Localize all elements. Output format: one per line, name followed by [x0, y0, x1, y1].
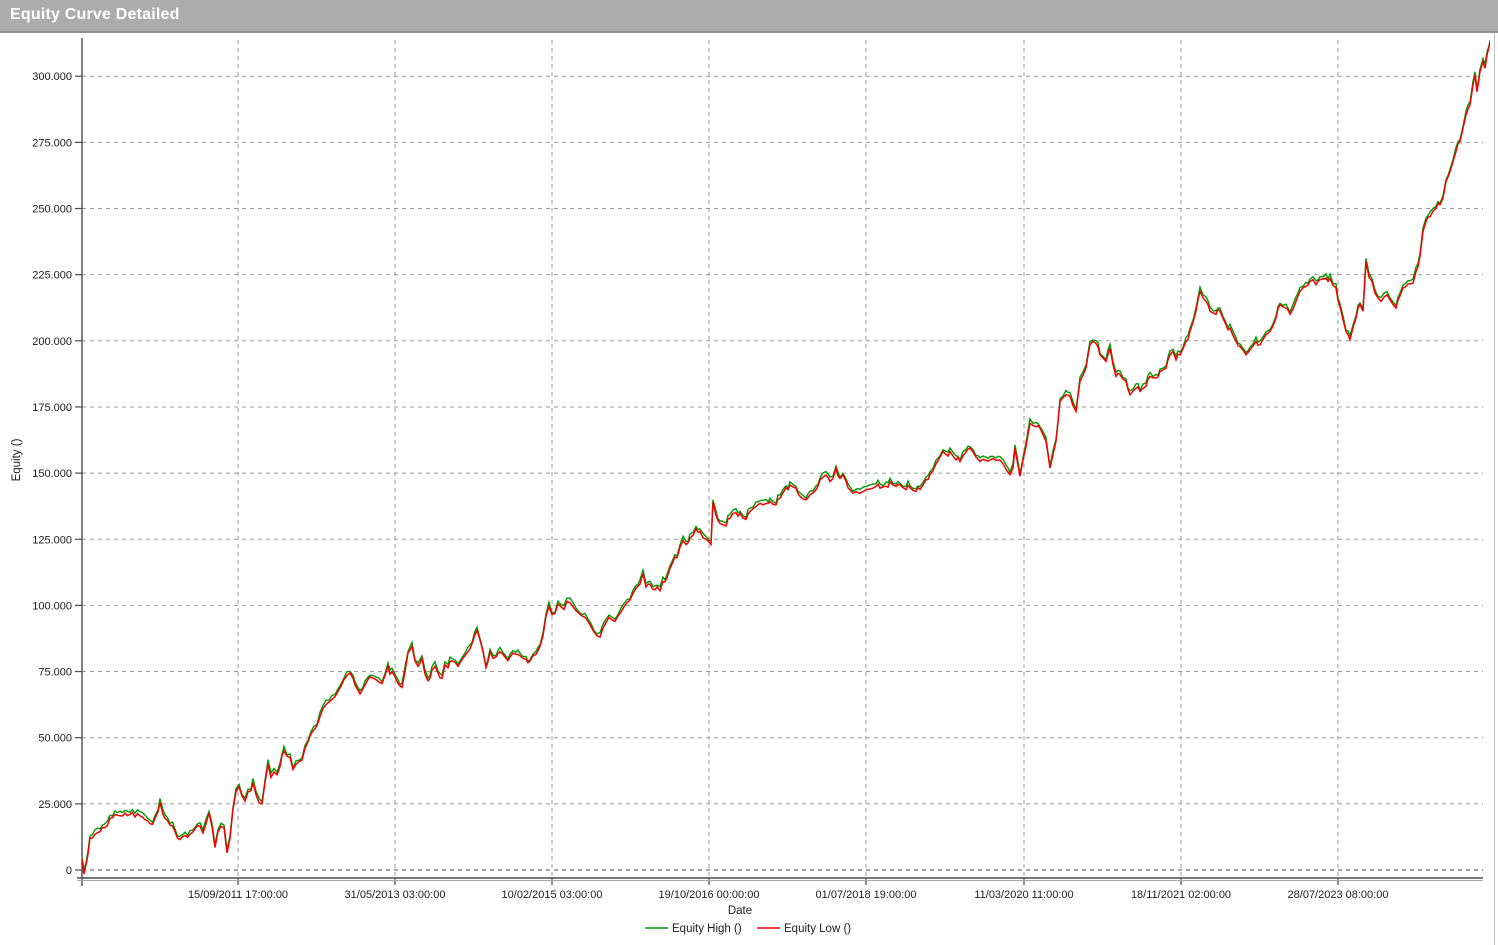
x-tick-label: 28/07/2023 08:00:00 [1288, 889, 1389, 901]
x-axis-title: Date [728, 905, 752, 917]
equity-high-line [82, 40, 1490, 869]
y-tick-label: 275.000 [32, 137, 72, 149]
y-tick-label: 175.000 [32, 402, 72, 414]
y-tick-label: 225.000 [32, 270, 72, 282]
equity-low-line [82, 42, 1490, 874]
window-titlebar[interactable]: Equity Curve Detailed [0, 0, 1498, 33]
equity-chart[interactable]: 0 25.000 50.000 75.000 100.000 125.000 150.000… [0, 36, 1498, 945]
y-tick-label: 0 [66, 865, 72, 877]
y-tick-label: 200.000 [32, 336, 72, 348]
window-right-border [1494, 33, 1495, 945]
x-tick-label: 10/02/2015 03:00:00 [502, 889, 603, 901]
equity-curve-window: Equity Curve Detailed 0 25.000 50.000 75.00… [0, 0, 1498, 945]
chart-container: 0 25.000 50.000 75.000 100.000 125.000 150.000… [0, 36, 1498, 945]
y-tick-label: 25.000 [38, 799, 72, 811]
y-tick-label: 100.000 [32, 600, 72, 612]
y-tick-label: 50.000 [38, 733, 72, 745]
y-tick-label: 300.000 [32, 71, 72, 83]
y-axis-title: Equity () [11, 438, 23, 481]
x-tick-label: 19/10/2016 00:00:00 [659, 889, 760, 901]
y-tick-label: 125.000 [32, 534, 72, 546]
window-title: Equity Curve Detailed [0, 0, 1498, 24]
x-tick-label: 11/03/2020 11:00:00 [974, 889, 1073, 901]
legend-equity-low-label: Equity Low () [784, 923, 851, 935]
y-tick-label: 150.000 [32, 468, 72, 480]
x-tick-label: 31/05/2013 03:00:00 [345, 889, 446, 901]
y-tick-label: 75.000 [38, 667, 72, 679]
x-tick-label: 01/07/2018 19:00:00 [816, 889, 917, 901]
x-tick-label: 15/09/2011 17:00:00 [188, 889, 288, 901]
y-tick-label: 250.000 [32, 204, 72, 216]
x-tick-label: 18/11/2021 02:00:00 [1131, 889, 1231, 901]
legend-equity-high-label: Equity High () [672, 923, 742, 935]
